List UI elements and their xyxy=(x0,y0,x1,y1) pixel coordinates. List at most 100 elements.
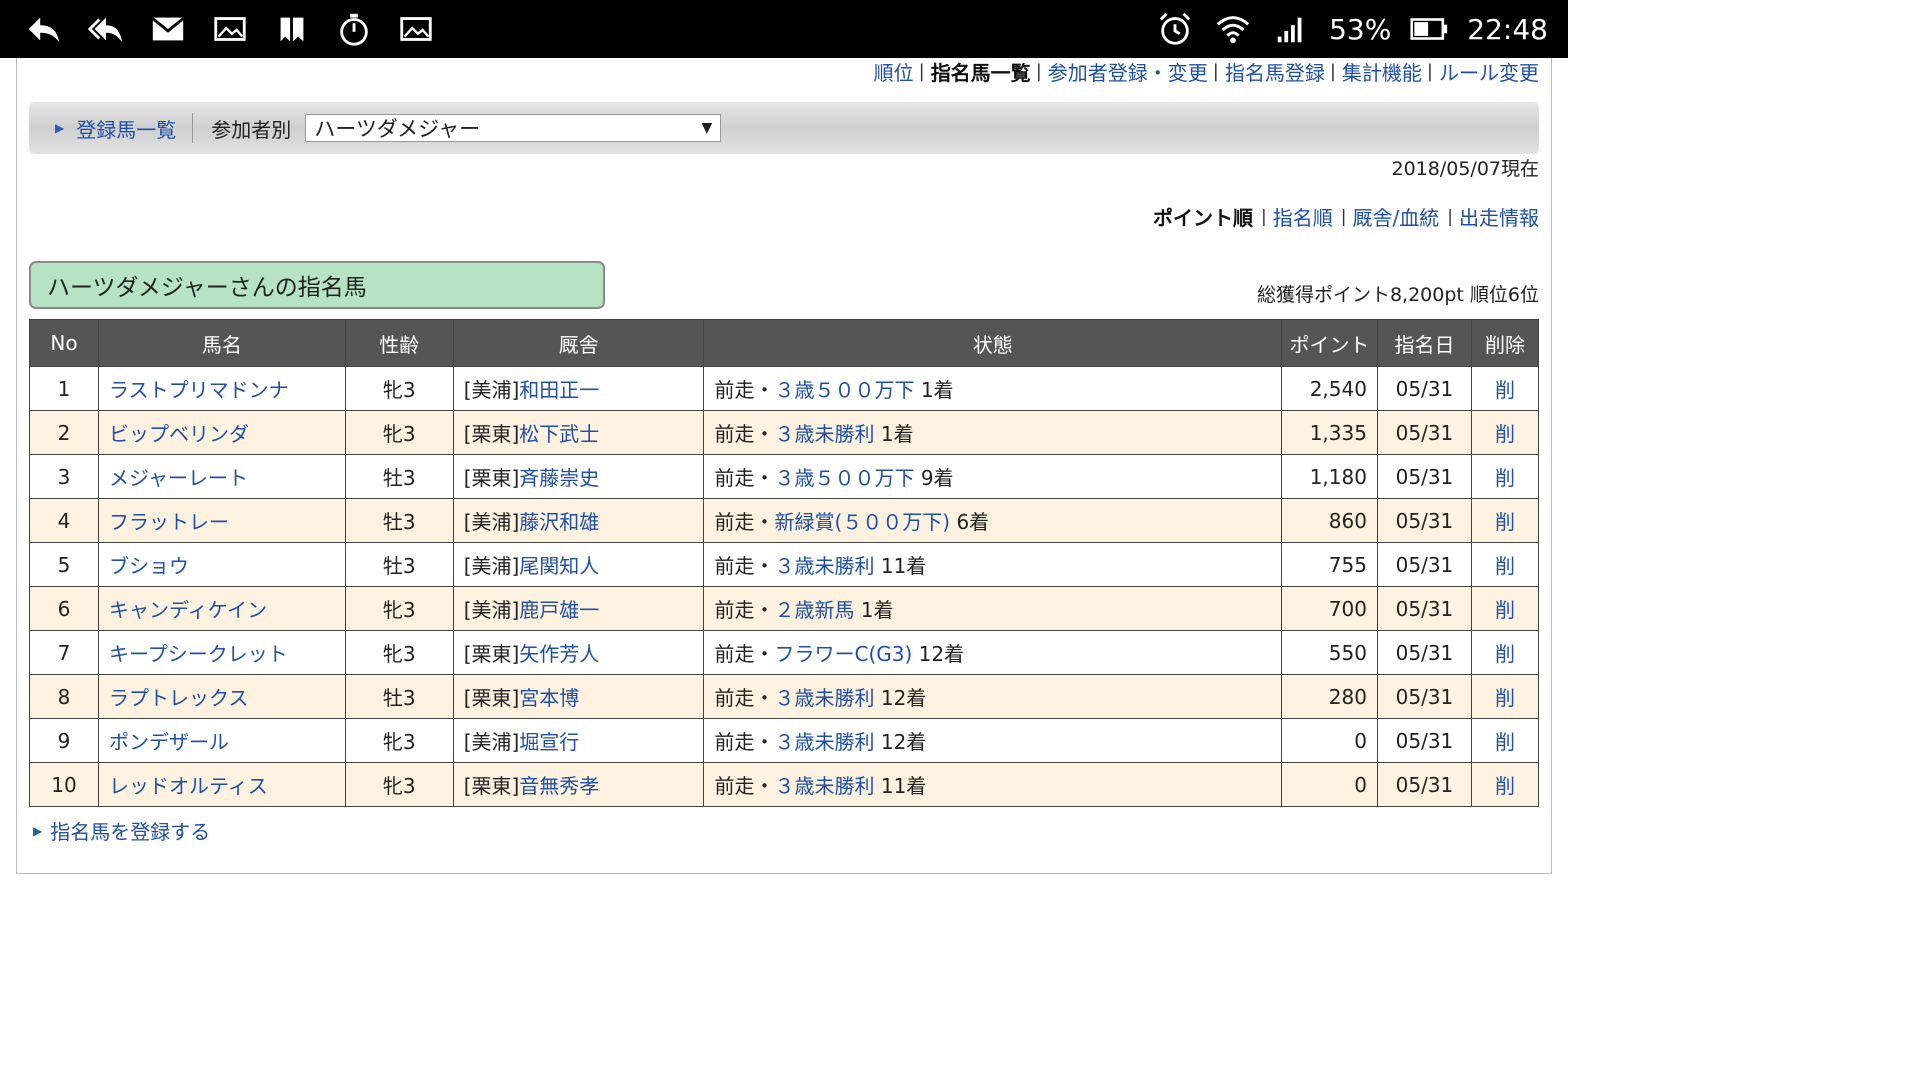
reply-icon xyxy=(24,9,64,49)
trainer-link[interactable]: 斉藤崇史 xyxy=(519,466,599,490)
status-prefix: 前走・ xyxy=(714,510,775,534)
stable-region: [栗東] xyxy=(463,422,520,446)
points: 860 xyxy=(1281,498,1378,543)
nav-horse-list[interactable]: 指名馬一覧 xyxy=(931,57,1031,86)
participant-select[interactable]: ハーツダメジャー ▼ xyxy=(305,114,722,142)
race-link[interactable]: ３歳未勝利 xyxy=(774,686,874,710)
register-horse-link[interactable]: ▶ 指名馬を登録する xyxy=(33,816,210,845)
horse-name-link[interactable]: キープシークレット xyxy=(97,630,346,675)
finish-position: 6着 xyxy=(956,510,990,534)
sort-by-stable[interactable]: 厩舎/血統 xyxy=(1353,202,1440,231)
finish-position: 11着 xyxy=(880,554,927,578)
horse-name-link[interactable]: メジャーレート xyxy=(97,454,346,499)
sort-by-points[interactable]: ポイント順 xyxy=(1153,202,1253,231)
sort-by-entries[interactable]: 出走情報 xyxy=(1459,202,1539,231)
wifi-icon xyxy=(1213,9,1253,49)
horse-name-link[interactable]: レッドオルティス xyxy=(97,762,346,807)
sex-age: 牝3 xyxy=(344,410,454,455)
trainer-link[interactable]: 和田正一 xyxy=(519,378,599,402)
battery-icon xyxy=(1409,9,1449,49)
registered-horses-link[interactable]: ▶ 登録馬一覧 xyxy=(55,114,176,143)
race-link[interactable]: ３歳未勝利 xyxy=(774,422,874,446)
top-nav: 順位 | 指名馬一覧 | 参加者登録・変更 | 指名馬登録 | 集計機能 | ル… xyxy=(874,57,1539,86)
delete-link[interactable]: 削 xyxy=(1470,586,1540,631)
delete-link[interactable]: 削 xyxy=(1470,542,1540,587)
horse-name-link[interactable]: ビップベリンダ xyxy=(97,410,346,455)
table-row: 10 レッドオルティス 牝3 [栗東]音無秀孝 前走・３歳未勝利 11着 0 05/31 削 xyxy=(29,762,1540,807)
trainer-link[interactable]: 尾関知人 xyxy=(519,554,599,578)
image-icon xyxy=(210,9,250,49)
race-link[interactable]: ３歳未勝利 xyxy=(774,730,874,754)
nav-rule-change[interactable]: ルール変更 xyxy=(1439,57,1539,86)
nomination-date: 05/31 xyxy=(1376,542,1472,587)
delete-link[interactable]: 削 xyxy=(1470,762,1540,807)
nav-participant-register[interactable]: 参加者登録・変更 xyxy=(1048,57,1208,86)
delete-link[interactable]: 削 xyxy=(1470,498,1540,543)
horse-name-link[interactable]: ブショウ xyxy=(97,542,346,587)
trainer-link[interactable]: 矢作芳人 xyxy=(519,642,599,666)
status-prefix: 前走・ xyxy=(714,422,775,446)
delete-link[interactable]: 削 xyxy=(1470,454,1540,499)
nav-separator: | xyxy=(1329,60,1336,82)
sex-age: 牝3 xyxy=(344,630,454,675)
stable-region: [美浦] xyxy=(463,554,520,578)
delete-link[interactable]: 削 xyxy=(1470,630,1540,675)
stable-region: [栗東] xyxy=(463,466,520,490)
nav-horse-register[interactable]: 指名馬登録 xyxy=(1225,57,1325,86)
race-link[interactable]: ３歳５００万下 xyxy=(774,466,914,490)
sex-age: 牡3 xyxy=(344,498,454,543)
horse-name-link[interactable]: フラットレー xyxy=(97,498,346,543)
col-stable: 厩舎 xyxy=(452,319,705,367)
sex-age: 牝3 xyxy=(344,366,454,411)
trainer-link[interactable]: 宮本博 xyxy=(519,686,579,710)
trainer-link[interactable]: 音無秀孝 xyxy=(519,774,599,798)
nomination-date: 05/31 xyxy=(1376,630,1472,675)
nav-aggregate[interactable]: 集計機能 xyxy=(1342,57,1422,86)
race-link[interactable]: ２歳新馬 xyxy=(774,598,854,622)
status-prefix: 前走・ xyxy=(714,554,775,578)
nav-ranking[interactable]: 順位 xyxy=(874,57,914,86)
race-link[interactable]: ３歳未勝利 xyxy=(774,774,874,798)
points: 1,335 xyxy=(1281,410,1378,455)
points: 0 xyxy=(1281,718,1378,763)
delete-link[interactable]: 削 xyxy=(1470,366,1540,411)
sort-by-nomination[interactable]: 指名順 xyxy=(1273,202,1333,231)
race-link[interactable]: 新緑賞(５００万下) xyxy=(774,510,950,534)
horse-name-link[interactable]: ラストプリマドンナ xyxy=(97,366,346,411)
section-title: ハーツダメジャーさんの指名馬 xyxy=(29,261,605,309)
bookmark-icon xyxy=(272,9,312,49)
filter-bar: ▶ 登録馬一覧 参加者別 ハーツダメジャー ▼ xyxy=(29,102,1539,154)
race-link[interactable]: フラワーC(G3) xyxy=(774,642,912,666)
stable-cell: [栗東]斉藤崇史 xyxy=(452,454,705,499)
race-link[interactable]: ３歳５００万下 xyxy=(774,378,914,402)
delete-link[interactable]: 削 xyxy=(1470,718,1540,763)
stable-cell: [美浦]鹿戸雄一 xyxy=(452,586,705,631)
trainer-link[interactable]: 鹿戸雄一 xyxy=(519,598,599,622)
stable-cell: [美浦]堀宣行 xyxy=(452,718,705,763)
stable-region: [美浦] xyxy=(463,378,520,402)
nomination-date: 05/31 xyxy=(1376,454,1472,499)
participant-selected-value: ハーツダメジャー xyxy=(314,117,481,141)
stable-cell: [栗東]矢作芳人 xyxy=(452,630,705,675)
status-bar: 53% 22:48 xyxy=(0,0,1568,58)
stable-cell: [美浦]和田正一 xyxy=(452,366,705,411)
horse-name-link[interactable]: キャンディケイン xyxy=(97,586,346,631)
race-link[interactable]: ３歳未勝利 xyxy=(774,554,874,578)
delete-link[interactable]: 削 xyxy=(1470,674,1540,719)
trainer-link[interactable]: 堀宣行 xyxy=(519,730,579,754)
delete-link[interactable]: 削 xyxy=(1470,410,1540,455)
section-title-text: ハーツダメジャーさんの指名馬 xyxy=(47,275,367,301)
status-cell: 前走・フラワーC(G3) 12着 xyxy=(703,630,1282,675)
trainer-link[interactable]: 藤沢和雄 xyxy=(519,510,599,534)
horse-name-link[interactable]: ポンデザール xyxy=(97,718,346,763)
signal-icon xyxy=(1271,9,1311,49)
stable-region: [栗東] xyxy=(463,642,520,666)
status-cell: 前走・２歳新馬 1着 xyxy=(703,586,1282,631)
nomination-date: 05/31 xyxy=(1376,762,1472,807)
row-no: 3 xyxy=(29,454,99,499)
horse-name-link[interactable]: ラプトレックス xyxy=(97,674,346,719)
trainer-link[interactable]: 松下武士 xyxy=(519,422,599,446)
col-status: 状態 xyxy=(703,319,1282,367)
finish-position: 12着 xyxy=(880,730,927,754)
points: 2,540 xyxy=(1281,366,1378,411)
